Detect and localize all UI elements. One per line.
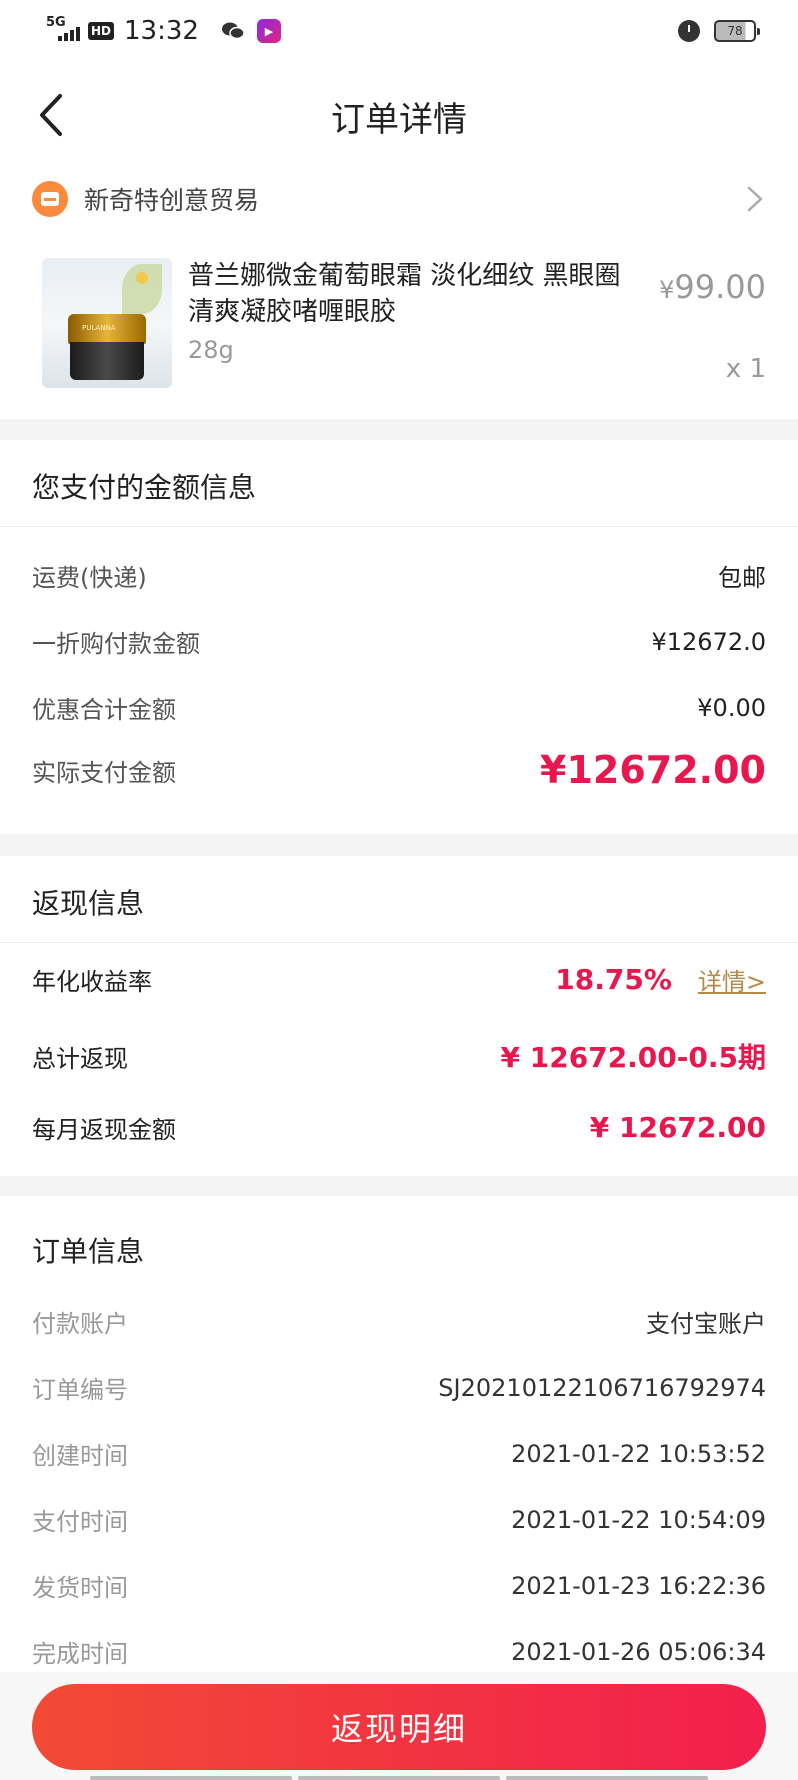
order-info-row: 创建时间 2021-01-22 10:53:52	[32, 1436, 766, 1471]
signal-icon: 5G	[46, 15, 82, 43]
video-app-icon: ▶	[256, 19, 281, 43]
shop-icon	[32, 181, 68, 217]
order-info-row: 发货时间 2021-01-23 16:22:36	[32, 1568, 766, 1603]
product-title[interactable]: 普兰娜微金葡萄眼霜 淡化细纹 黑眼圈 清爽凝胶啫喱眼胶	[188, 258, 628, 330]
cashback-details-button[interactable]: 返现明细	[32, 1684, 766, 1770]
actual-payment-value: ¥12672.00	[540, 748, 766, 792]
order-number-label: 订单编号	[32, 1376, 128, 1404]
shop-card: 新奇特创意贸易 PULANNA 普兰娜微金葡萄眼霜 淡化细纹 黑眼圈 清爽凝胶啫…	[0, 164, 798, 419]
monthly-cashback-value: ¥ 12672.00	[589, 1111, 766, 1144]
order-info-card: 订单信息 付款账户 支付宝账户 订单编号 SJ20210122106716792…	[0, 1196, 798, 1672]
annual-rate-row: 年化收益率 18.75% 详情>	[32, 962, 766, 997]
product-quantity: x 1	[725, 354, 766, 384]
actual-payment-row: 实际支付金额 ¥12672.00	[32, 748, 766, 792]
detail-link[interactable]: 详情>	[698, 962, 766, 997]
product-price: ¥99.00	[659, 268, 766, 306]
nav-header: 订单详情	[0, 62, 798, 164]
coupon-total-row: 优惠合计金额 ¥0.00	[32, 690, 766, 725]
alarm-icon	[678, 20, 700, 42]
created-time-label: 创建时间	[32, 1442, 128, 1470]
shipping-label: 运费(快递)	[32, 564, 147, 592]
hd-badge: HD	[88, 22, 115, 40]
product-spec: 28g	[188, 336, 234, 364]
divider	[0, 942, 798, 943]
total-cashback-label: 总计返现	[32, 1044, 128, 1073]
clock: 13:32	[124, 16, 199, 46]
paid-time-label: 支付时间	[32, 1508, 128, 1536]
total-cashback-value: ¥ 12672.00-0.5期	[500, 1041, 766, 1074]
product-image[interactable]: PULANNA	[42, 258, 172, 388]
home-indicator	[90, 1776, 708, 1780]
completed-time-value: 2021-01-26 05:06:34	[511, 1637, 766, 1666]
payment-title: 您支付的金额信息	[32, 471, 257, 504]
discount-price-row: 一折购付款金额 ¥12672.0	[32, 624, 766, 659]
paid-time-value: 2021-01-22 10:54:09	[511, 1505, 766, 1534]
monthly-cashback-row: 每月返现金额 ¥ 12672.00	[32, 1110, 766, 1145]
order-info-row: 付款账户 支付宝账户	[32, 1304, 766, 1339]
annual-rate-value: 18.75%	[555, 963, 672, 996]
monthly-cashback-label: 每月返现金额	[32, 1116, 176, 1144]
wechat-icon	[221, 22, 245, 40]
shop-name: 新奇特创意贸易	[84, 186, 260, 215]
order-info-row: 支付时间 2021-01-22 10:54:09	[32, 1502, 766, 1537]
bottom-action-bar: 返现明细	[0, 1672, 798, 1780]
shipping-row: 运费(快递) 包邮	[32, 558, 766, 593]
shipped-time-value: 2021-01-23 16:22:36	[511, 1571, 766, 1600]
cashback-title: 返现信息	[32, 887, 145, 920]
order-info-title: 订单信息	[32, 1235, 145, 1268]
divider	[0, 526, 798, 527]
discount-price-value: ¥12672.0	[651, 627, 766, 656]
coupon-total-value: ¥0.00	[697, 693, 766, 722]
page-title: 订单详情	[331, 100, 467, 140]
shop-row[interactable]: 新奇特创意贸易	[32, 174, 766, 224]
completed-time-label: 完成时间	[32, 1640, 128, 1668]
cashback-card: 返现信息 年化收益率 18.75% 详情> 总计返现 ¥ 12672.00-0.…	[0, 856, 798, 1176]
payment-account-value: 支付宝账户	[646, 1310, 766, 1338]
total-cashback-row: 总计返现 ¥ 12672.00-0.5期	[32, 1036, 766, 1076]
payment-account-label: 付款账户	[32, 1310, 128, 1338]
status-bar: 5G HD 13:32 ▶ 78	[0, 0, 798, 62]
discount-price-label: 一折购付款金额	[32, 630, 200, 658]
annual-rate-label: 年化收益率	[32, 968, 152, 996]
payment-card: 您支付的金额信息 运费(快递) 包邮 一折购付款金额 ¥12672.0 优惠合计…	[0, 440, 798, 834]
created-time-value: 2021-01-22 10:53:52	[511, 1439, 766, 1468]
shipping-value: 包邮	[718, 564, 766, 592]
order-number-value[interactable]: SJ20210122106716792974	[438, 1374, 766, 1402]
chevron-right-icon[interactable]	[744, 184, 766, 214]
order-info-row: 完成时间 2021-01-26 05:06:34	[32, 1634, 766, 1669]
shipped-time-label: 发货时间	[32, 1574, 128, 1602]
battery-icon: 78	[714, 20, 760, 42]
coupon-total-label: 优惠合计金额	[32, 696, 176, 724]
order-info-row: 订单编号 SJ20210122106716792974	[32, 1370, 766, 1405]
actual-payment-label: 实际支付金额	[32, 758, 176, 787]
